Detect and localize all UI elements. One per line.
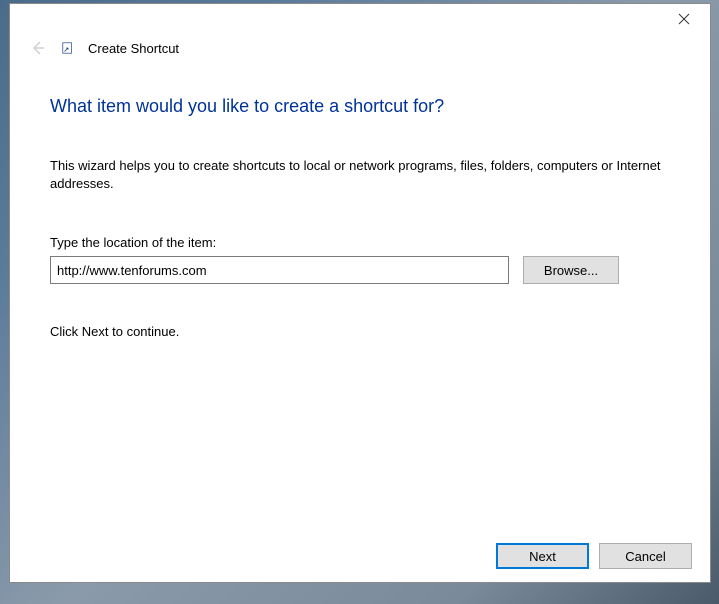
location-label: Type the location of the item: — [50, 235, 670, 250]
close-button[interactable] — [666, 5, 702, 33]
location-input[interactable] — [50, 256, 509, 284]
content-area: What item would you like to create a sho… — [10, 66, 710, 530]
title-bar — [10, 4, 710, 34]
next-button[interactable]: Next — [496, 543, 589, 569]
dialog-footer: Next Cancel — [10, 530, 710, 582]
page-heading: What item would you like to create a sho… — [50, 96, 670, 117]
wizard-description: This wizard helps you to create shortcut… — [50, 157, 670, 193]
dialog-title: Create Shortcut — [88, 41, 179, 56]
create-shortcut-dialog: Create Shortcut What item would you like… — [9, 3, 711, 583]
close-icon — [678, 13, 690, 25]
shortcut-icon — [60, 40, 76, 56]
browse-button[interactable]: Browse... — [523, 256, 619, 284]
back-arrow-icon — [30, 40, 46, 56]
cancel-button[interactable]: Cancel — [599, 543, 692, 569]
continue-text: Click Next to continue. — [50, 324, 670, 339]
input-row: Browse... — [50, 256, 670, 284]
back-button — [28, 38, 48, 58]
header-row: Create Shortcut — [10, 34, 710, 66]
